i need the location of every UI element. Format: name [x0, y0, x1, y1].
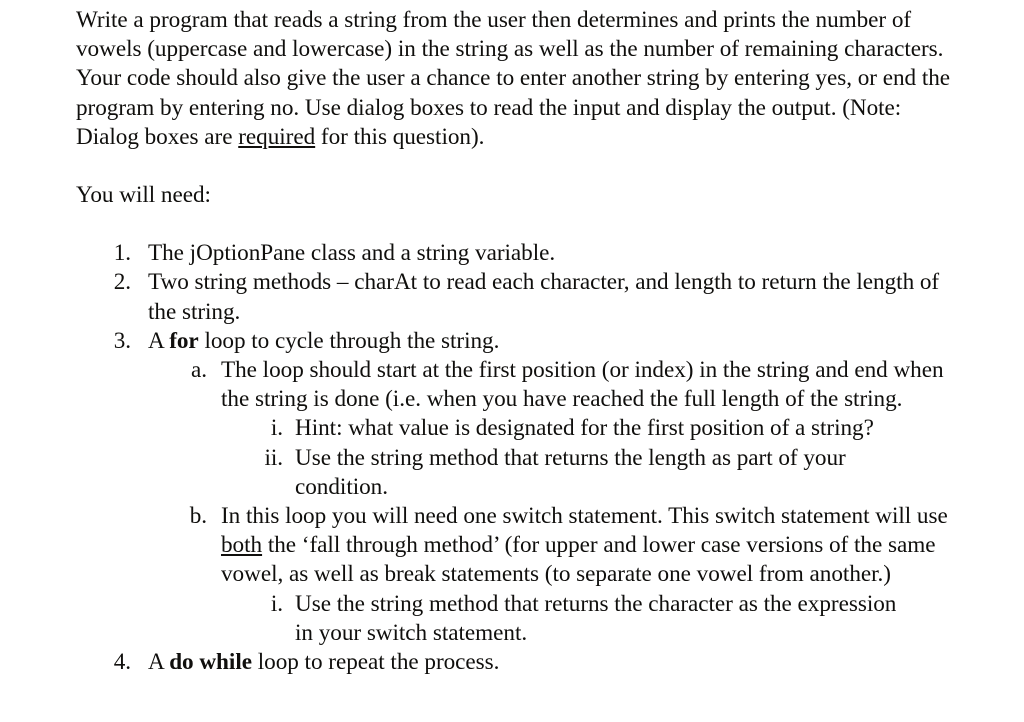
list-item-3-text: A for loop to cycle through the string.: [148, 327, 950, 356]
paragraph-spacer-2: [0, 210, 1024, 239]
list-item-3b-text: In this loop you will need one switch st…: [221, 502, 972, 590]
list-item-4-text-before-bold: A: [148, 649, 170, 676]
intro-text-after-underline: for this question).: [315, 123, 485, 150]
list-item-3-text-before-bold: A: [148, 327, 170, 354]
list-item-3: 3. A for loop to cycle through the strin…: [0, 327, 1024, 356]
list-item-3a-i-text: Hint: what value is designated for the f…: [295, 415, 874, 442]
list-marker-4: 4.: [113, 649, 131, 676]
list-marker-3b: b.: [189, 503, 207, 530]
requirements-list: 1. The jOptionPane class and a string va…: [0, 239, 1024, 677]
list-marker-3: 3.: [113, 327, 131, 354]
list-marker-3a-ii: ii.: [264, 444, 283, 471]
list-item-3-text-after-bold: loop to cycle through the string.: [198, 327, 500, 354]
list-item-2: 2. Two string methods – charAt to read e…: [0, 268, 1024, 326]
list-item-3b-i: i. Use the string method that returns th…: [0, 590, 1024, 648]
list-item-4-bold-keyword: do while: [169, 649, 252, 676]
list-item-3-bold-keyword: for: [169, 327, 199, 354]
list-item-3a: a. The loop should start at the first po…: [0, 356, 1024, 414]
list-item-3a-i: i. Hint: what value is designated for th…: [0, 414, 1024, 443]
list-item-1-text: The jOptionPane class and a string varia…: [148, 240, 556, 267]
list-item-3a-ii-text: Use the string method that returns the l…: [295, 444, 846, 500]
list-marker-3a-i: i.: [270, 415, 283, 442]
intro-underlined-word: required: [238, 123, 316, 150]
list-item-3b: b. In this loop you will need one switch…: [0, 502, 1024, 590]
list-item-4-text: A do while loop to repeat the process.: [148, 648, 950, 677]
list-marker-1: 1.: [113, 240, 131, 267]
list-item-3b-text-after-underline: the ‘fall through method’ (for upper and…: [221, 532, 936, 588]
list-item-4: 4. A do while loop to repeat the process…: [0, 648, 1024, 677]
list-item-3b-i-text: Use the string method that returns the c…: [295, 590, 897, 646]
list-item-1: 1. The jOptionPane class and a string va…: [0, 239, 1024, 268]
list-item-3a-ii: ii. Use the string method that returns t…: [0, 444, 1024, 502]
paragraph-spacer-1: [0, 152, 1024, 181]
list-item-3b-text-before-underline: In this loop you will need one switch st…: [221, 503, 948, 530]
list-marker-3a: a.: [190, 357, 207, 384]
list-item-2-text: Two string methods – charAt to read each…: [148, 269, 940, 325]
list-marker-2: 2.: [113, 269, 131, 296]
list-item-4-text-after-bold: loop to repeat the process.: [251, 649, 500, 676]
list-item-3a-text: The loop should start at the first posit…: [221, 357, 944, 413]
intro-text-before-underline: Write a program that reads a string from…: [76, 7, 951, 150]
lead-in-line: You will need:: [76, 182, 211, 209]
list-item-3b-underlined-word: both: [221, 532, 263, 559]
list-marker-3b-i: i.: [270, 590, 283, 617]
intro-paragraph: Write a program that reads a string from…: [0, 6, 1024, 152]
document-body: Write a program that reads a string from…: [0, 0, 1024, 722]
